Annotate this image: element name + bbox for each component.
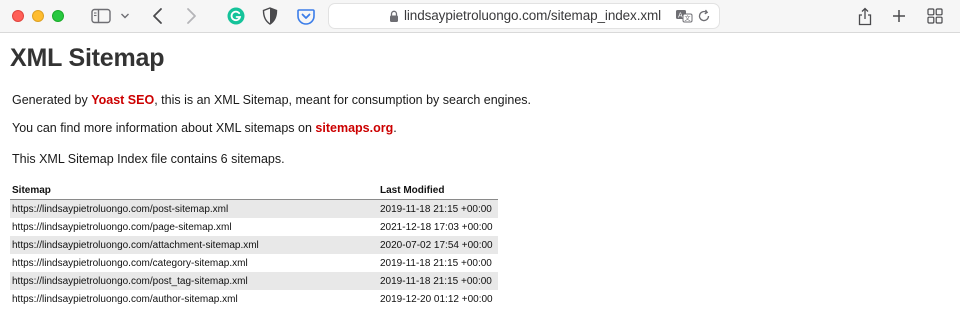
last-modified-cell: 2021-12-18 17:03 +00:00 bbox=[380, 221, 493, 233]
sitemap-url-cell: https://lindsaypietroluongo.com/author-s… bbox=[10, 290, 380, 308]
tab-overview-icon[interactable] bbox=[926, 5, 944, 27]
last-modified-cell: 2019-11-18 21:15 +00:00 bbox=[380, 257, 492, 269]
back-icon[interactable] bbox=[150, 5, 166, 27]
table-row: https://lindsaypietroluongo.com/category… bbox=[10, 254, 498, 272]
zoom-window-button[interactable] bbox=[52, 10, 64, 22]
page-title: XML Sitemap bbox=[10, 44, 165, 72]
svg-text:A: A bbox=[678, 12, 683, 20]
grammarly-icon[interactable] bbox=[226, 5, 246, 27]
share-icon[interactable] bbox=[856, 5, 874, 27]
address-url[interactable]: lindsaypietroluongo.com/sitemap_index.xm… bbox=[404, 8, 661, 23]
column-header-last-modified: Last Modified bbox=[380, 182, 498, 200]
sitemap-link[interactable]: https://lindsaypietroluongo.com/page-sit… bbox=[12, 222, 232, 233]
sitemap-table: Sitemap Last Modified https://lindsaypie… bbox=[10, 182, 498, 308]
sitemap-url-cell: https://lindsaypietroluongo.com/page-sit… bbox=[10, 218, 380, 236]
sitemap-link[interactable]: https://lindsaypietroluongo.com/post-sit… bbox=[12, 204, 228, 215]
last-modified-cell: 2020-07-02 17:54 +00:00 bbox=[380, 236, 498, 254]
table-row: https://lindsaypietroluongo.com/author-s… bbox=[10, 290, 498, 308]
new-tab-icon[interactable] bbox=[890, 5, 908, 27]
yoast-seo-link[interactable]: Yoast SEO bbox=[91, 93, 154, 107]
last-modified-cell: 2019-12-20 01:12 +00:00 bbox=[380, 293, 493, 305]
intro-suffix: , this is an XML Sitemap, meant for cons… bbox=[154, 93, 532, 107]
svg-text:文: 文 bbox=[685, 15, 691, 23]
privacy-shield-icon[interactable] bbox=[260, 5, 280, 27]
reload-icon[interactable] bbox=[697, 9, 711, 28]
sitemap-url-cell: https://lindsaypietroluongo.com/attachme… bbox=[10, 236, 380, 254]
column-header-sitemap: Sitemap bbox=[10, 182, 380, 200]
table-row: https://lindsaypietroluongo.com/post-sit… bbox=[10, 199, 498, 218]
intro-text: Generated by Yoast SEO, this is an XML S… bbox=[12, 93, 531, 107]
sitemaps-org-link[interactable]: sitemaps.org bbox=[315, 121, 393, 135]
forward-icon[interactable] bbox=[183, 5, 199, 27]
translate-icon[interactable]: A文 bbox=[675, 8, 693, 29]
sitemap-count-text: This XML Sitemap Index file contains 6 s… bbox=[12, 152, 285, 166]
chevron-down-icon[interactable] bbox=[119, 5, 131, 27]
table-row: https://lindsaypietroluongo.com/page-sit… bbox=[10, 218, 498, 236]
table-row: https://lindsaypietroluongo.com/post_tag… bbox=[10, 272, 498, 290]
sitemap-link[interactable]: https://lindsaypietroluongo.com/attachme… bbox=[12, 240, 259, 251]
close-window-button[interactable] bbox=[12, 10, 24, 22]
sitemap-link[interactable]: https://lindsaypietroluongo.com/category… bbox=[12, 258, 248, 269]
browser-toolbar: lindsaypietroluongo.com/sitemap_index.xm… bbox=[0, 0, 960, 33]
sitemap-url-cell: https://lindsaypietroluongo.com/post_tag… bbox=[10, 272, 380, 290]
table-row: https://lindsaypietroluongo.com/attachme… bbox=[10, 236, 498, 254]
minimize-window-button[interactable] bbox=[32, 10, 44, 22]
last-modified-cell: 2019-11-18 21:15 +00:00 bbox=[380, 272, 498, 290]
info-prefix: You can find more information about XML … bbox=[12, 121, 316, 135]
intro-prefix: Generated by bbox=[12, 93, 92, 107]
info-suffix: . bbox=[393, 121, 397, 135]
address-bar[interactable]: lindsaypietroluongo.com/sitemap_index.xm… bbox=[328, 3, 720, 29]
sitemap-url-cell: https://lindsaypietroluongo.com/category… bbox=[10, 254, 380, 272]
table-header-row: Sitemap Last Modified bbox=[10, 182, 498, 200]
info-text: You can find more information about XML … bbox=[12, 121, 397, 135]
pocket-icon[interactable] bbox=[296, 5, 316, 27]
sidebar-icon[interactable] bbox=[90, 5, 112, 27]
sitemap-link[interactable]: https://lindsaypietroluongo.com/post_tag… bbox=[12, 276, 248, 287]
last-modified-cell: 2019-11-18 21:15 +00:00 bbox=[380, 199, 498, 218]
sitemap-link[interactable]: https://lindsaypietroluongo.com/author-s… bbox=[12, 294, 238, 305]
lock-icon bbox=[389, 10, 399, 28]
sitemap-url-cell: https://lindsaypietroluongo.com/post-sit… bbox=[10, 199, 380, 218]
